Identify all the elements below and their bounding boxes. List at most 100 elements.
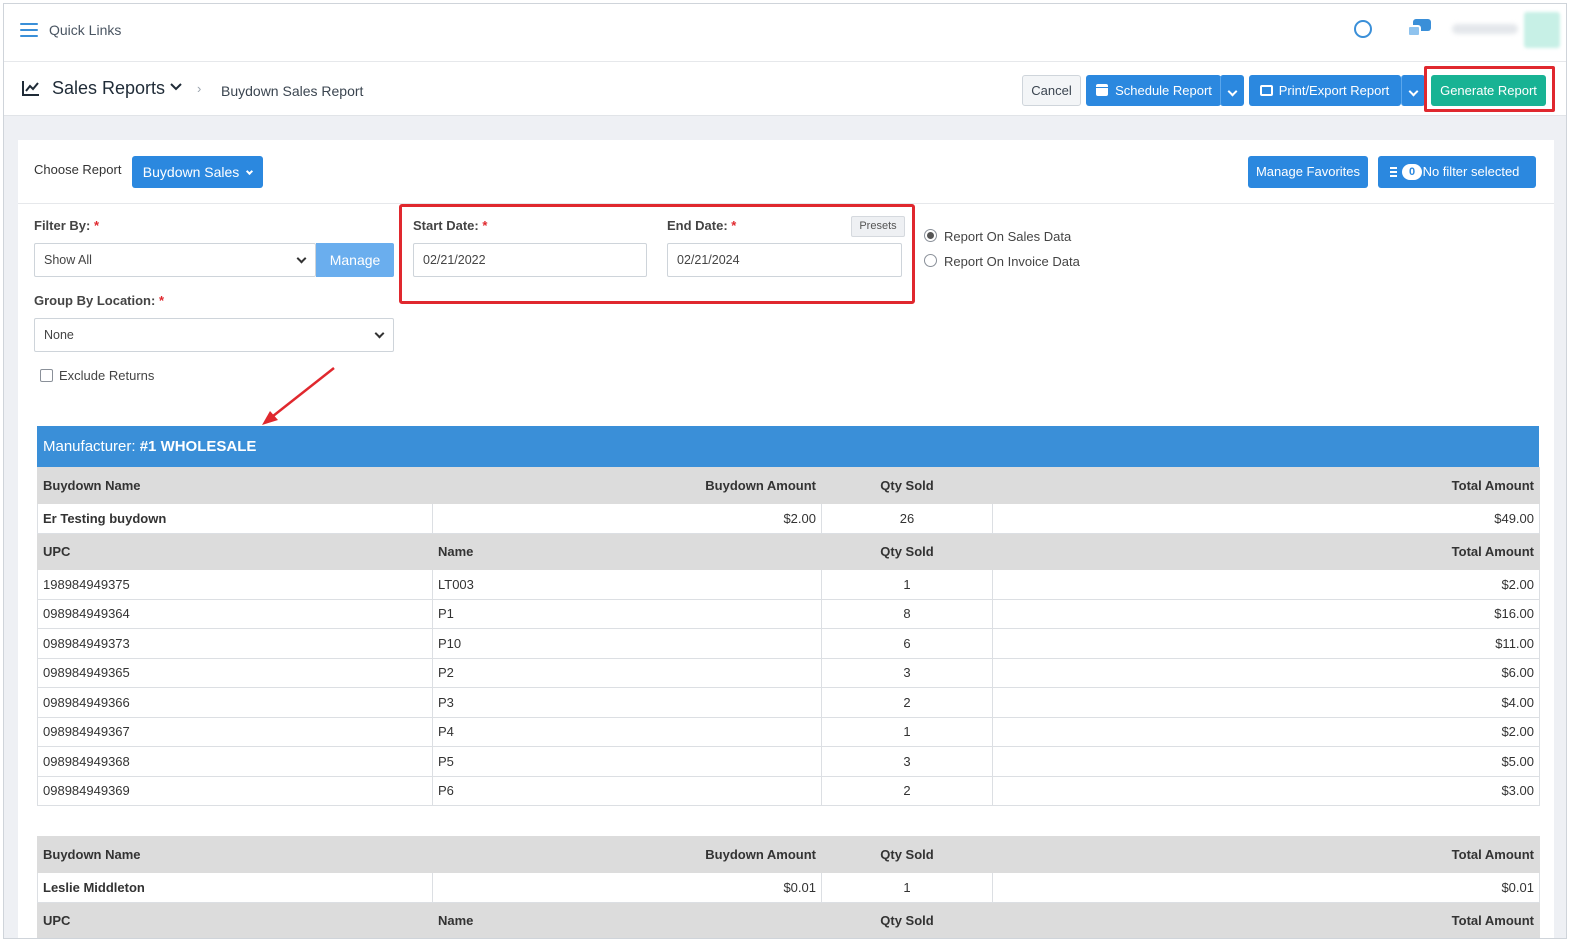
chevron-down-icon <box>296 253 307 264</box>
total-cell: $3.00 <box>992 775 1540 806</box>
upc-cell: 098984949368 <box>37 746 433 777</box>
choose-report-dropdown[interactable]: Buydown Sales <box>132 156 263 188</box>
total-cell: $11.00 <box>992 628 1540 659</box>
qty-cell: 8 <box>821 598 993 629</box>
quick-links-label[interactable]: Quick Links <box>49 22 121 38</box>
table-row: 098984949373 P10 6 $11.00 <box>37 628 1540 659</box>
manufacturer-header: Manufacturer: #1 WHOLESALE <box>37 426 1539 467</box>
item-header-row: UPC Name Qty Sold Total Amount <box>37 533 1540 570</box>
user-name-blurred[interactable] <box>1452 24 1518 34</box>
buydown-table-2: Buydown Name Buydown Amount Qty Sold Tot… <box>37 836 1540 938</box>
item-header-row: UPC Name Qty Sold Total Amount <box>37 902 1540 938</box>
qty-cell: 3 <box>821 746 993 777</box>
manufacturer-label: Manufacturer: <box>43 438 136 455</box>
page-title[interactable]: Sales Reports <box>52 78 165 99</box>
total-cell: $2.00 <box>992 569 1540 600</box>
required-mark: * <box>158 293 165 308</box>
manage-button[interactable]: Manage <box>316 243 394 277</box>
print-export-button[interactable]: Print/Export Report <box>1249 75 1401 106</box>
chevron-down-icon[interactable] <box>169 80 183 94</box>
upc-cell: 098984949366 <box>37 687 433 718</box>
table-row: 098984949369 P6 2 $3.00 <box>37 775 1540 806</box>
cancel-button[interactable]: Cancel <box>1022 75 1081 106</box>
breadcrumb-current: Buydown Sales Report <box>221 83 364 99</box>
name-cell: P3 <box>432 687 822 718</box>
qty-sold-header: Qty Sold <box>821 902 993 938</box>
exclude-returns-label[interactable]: Exclude Returns <box>59 368 154 383</box>
chat-icon[interactable] <box>1407 19 1431 39</box>
upc-header: UPC <box>37 902 433 938</box>
search-icon[interactable] <box>1354 20 1372 38</box>
filter-by-select[interactable]: Show All <box>34 243 316 277</box>
buydown-amount: $0.01 <box>432 872 822 903</box>
upc-cell: 098984949367 <box>37 716 433 747</box>
group-by-select[interactable]: None <box>34 318 394 352</box>
buydown-amount-header: Buydown Amount <box>432 836 822 873</box>
highlight-date-range <box>399 204 915 304</box>
report-panel: Choose Report Buydown Sales Manage Favor… <box>18 140 1554 938</box>
report-on-invoice-label[interactable]: Report On Invoice Data <box>944 254 1080 269</box>
buydown-name: Leslie Middleton <box>37 872 433 903</box>
upc-cell: 098984949369 <box>37 775 433 806</box>
buydown-header-row: Buydown Name Buydown Amount Qty Sold Tot… <box>37 467 1540 504</box>
upc-cell: 098984949365 <box>37 657 433 688</box>
manage-favorites-button[interactable]: Manage Favorites <box>1248 156 1368 188</box>
chevron-down-icon <box>246 168 254 176</box>
chevron-down-icon <box>1227 86 1238 97</box>
name-header: Name <box>432 533 822 570</box>
app-frame: Quick Links Sales Reports › Buydown Sale… <box>3 3 1567 939</box>
exclude-returns-checkbox[interactable] <box>40 369 53 382</box>
upc-cell: 098984949364 <box>37 598 433 629</box>
buydown-qty: 1 <box>821 872 993 903</box>
print-export-label: Print/Export Report <box>1278 83 1390 98</box>
total-cell: $4.00 <box>992 687 1540 718</box>
table-row: 098984949364 P1 8 $16.00 <box>37 598 1540 629</box>
filter-button[interactable]: 0 No filter selected <box>1378 156 1536 188</box>
buydown-total: $49.00 <box>992 503 1540 534</box>
name-cell: P6 <box>432 775 822 806</box>
name-cell: P5 <box>432 746 822 777</box>
avatar[interactable] <box>1524 12 1560 48</box>
name-cell: P4 <box>432 716 822 747</box>
line-chart-icon <box>22 81 39 96</box>
qty-cell: 2 <box>821 775 993 806</box>
qty-sold-header: Qty Sold <box>821 836 993 873</box>
buydown-row: Leslie Middleton $0.01 1 $0.01 <box>37 872 1540 903</box>
buydown-total: $0.01 <box>992 872 1540 903</box>
qty-cell: 3 <box>821 657 993 688</box>
buydown-header-row: Buydown Name Buydown Amount Qty Sold Tot… <box>37 836 1540 873</box>
filter-by-value: Show All <box>44 253 92 267</box>
print-export-dropdown[interactable] <box>1401 75 1425 106</box>
upc-cell: 098984949373 <box>37 628 433 659</box>
schedule-report-button[interactable]: Schedule Report <box>1086 75 1221 106</box>
table-row: 098984949367 P4 1 $2.00 <box>37 716 1540 747</box>
qty-cell: 6 <box>821 628 993 659</box>
total-cell: $2.00 <box>992 716 1540 747</box>
list-icon <box>1390 167 1397 177</box>
required-mark: * <box>93 218 100 233</box>
annotation-arrow-icon <box>262 367 335 425</box>
buydown-amount: $2.00 <box>432 503 822 534</box>
qty-sold-header: Qty Sold <box>821 467 993 504</box>
schedule-report-dropdown[interactable] <box>1220 75 1244 106</box>
hamburger-menu-icon[interactable] <box>20 23 38 37</box>
buydown-name-header: Buydown Name <box>37 467 433 504</box>
upc-header: UPC <box>37 533 433 570</box>
name-header: Name <box>432 902 822 938</box>
buydown-name-header: Buydown Name <box>37 836 433 873</box>
schedule-report-label: Schedule Report <box>1115 83 1212 98</box>
buydown-name: Er Testing buydown <box>37 503 433 534</box>
calendar-icon <box>1096 84 1108 96</box>
report-on-invoice-radio[interactable] <box>924 254 937 267</box>
breadcrumb-separator-icon: › <box>197 81 202 96</box>
table-row: 098984949366 P3 2 $4.00 <box>37 687 1540 718</box>
report-on-sales-radio[interactable] <box>924 229 937 242</box>
total-cell: $16.00 <box>992 598 1540 629</box>
total-amount-header: Total Amount <box>992 533 1540 570</box>
report-chooser-bar: Choose Report Buydown Sales Manage Favor… <box>18 140 1554 204</box>
page-header: Sales Reports › Buydown Sales Report Can… <box>4 62 1566 116</box>
total-amount-header: Total Amount <box>992 902 1540 938</box>
table-row: 198984949375 LT003 1 $2.00 <box>37 569 1540 600</box>
report-on-sales-label[interactable]: Report On Sales Data <box>944 229 1071 244</box>
name-cell: LT003 <box>432 569 822 600</box>
